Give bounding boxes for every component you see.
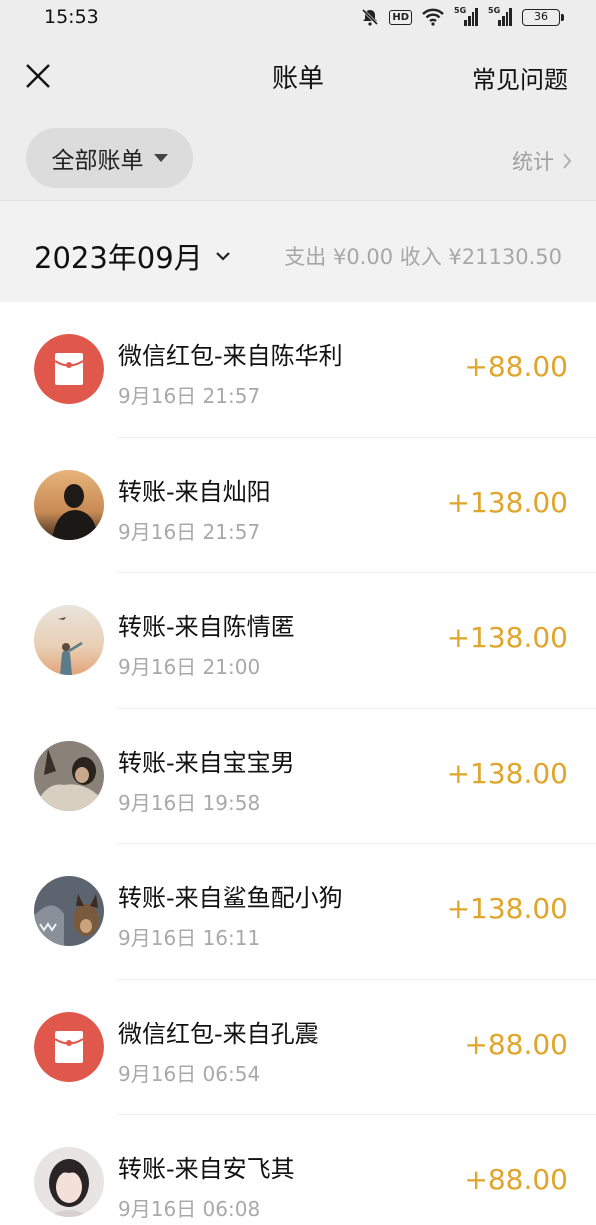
red-packet-icon bbox=[34, 1011, 104, 1082]
transaction-amount: +138.00 bbox=[446, 621, 568, 654]
faq-link[interactable]: 常见问题 bbox=[472, 60, 568, 95]
transaction-time: 9月16日 16:11 bbox=[118, 926, 261, 950]
transaction-row[interactable]: 微信红包-来自陈华利 9月16日 21:57 +88.00 bbox=[0, 302, 596, 438]
transaction-amount: +88.00 bbox=[464, 350, 568, 383]
avatar bbox=[34, 605, 104, 675]
month-summary: 支出 ¥0.00 收入 ¥21130.50 bbox=[284, 245, 562, 269]
battery-icon: 36 bbox=[522, 8, 564, 26]
transaction-title: 转账-来自安飞其 bbox=[118, 1155, 295, 1183]
stats-link[interactable]: 统计 bbox=[512, 146, 572, 176]
transaction-row[interactable]: 转账-来自陈情匿 9月16日 21:00 +138.00 bbox=[0, 573, 596, 709]
transaction-title: 转账-来自灿阳 bbox=[118, 477, 271, 506]
red-packet-icon bbox=[34, 334, 104, 404]
chevron-down-icon bbox=[215, 252, 230, 261]
stats-label: 统计 bbox=[512, 150, 554, 174]
transaction-amount: +88.00 bbox=[464, 1027, 568, 1061]
transaction-row[interactable]: 微信红包-来自孔震 9月16日 06:54 +88.00 bbox=[0, 980, 596, 1115]
transaction-list: 微信红包-来自陈华利 9月16日 21:57 +88.00 转账-来自灿阳 9月… bbox=[0, 302, 596, 1225]
transaction-amount: +138.00 bbox=[446, 892, 568, 925]
signal-icon: 5G bbox=[454, 6, 478, 26]
bill-filter-label: 全部账单 bbox=[51, 148, 144, 174]
transaction-title: 转账-来自宝宝男 bbox=[118, 748, 295, 777]
month-header: 2023年09月 支出 ¥0.00 收入 ¥21130.50 bbox=[0, 200, 596, 302]
mute-icon bbox=[362, 8, 379, 26]
wifi-icon bbox=[422, 8, 444, 26]
transaction-amount: +138.00 bbox=[446, 756, 568, 790]
bill-filter-dropdown[interactable]: 全部账单 bbox=[26, 128, 193, 188]
transaction-time: 9月16日 21:00 bbox=[118, 655, 261, 679]
transaction-title: 微信红包-来自陈华利 bbox=[118, 342, 343, 370]
transaction-title: 转账-来自陈情匿 bbox=[118, 613, 295, 641]
status-time: 15:53 bbox=[44, 6, 99, 28]
transaction-time: 9月16日 06:54 bbox=[118, 1061, 261, 1086]
transaction-amount: +138.00 bbox=[446, 485, 568, 519]
transaction-time: 9月16日 21:57 bbox=[118, 384, 261, 408]
avatar bbox=[34, 1147, 104, 1217]
transaction-row[interactable]: 转账-来自鲨鱼配小狗 9月16日 16:11 +138.00 bbox=[0, 844, 596, 980]
avatar bbox=[34, 469, 104, 540]
hd-icon: HD bbox=[389, 9, 412, 25]
month-selector[interactable]: 2023年09月 bbox=[34, 235, 231, 277]
transaction-title: 微信红包-来自孔震 bbox=[118, 1019, 319, 1048]
transaction-time: 9月16日 19:58 bbox=[118, 790, 261, 815]
avatar bbox=[34, 740, 104, 811]
transaction-time: 9月16日 06:08 bbox=[118, 1197, 261, 1221]
status-bar: 15:53 HD 5G 5G 36 bbox=[0, 0, 596, 34]
signal-icon: 5G bbox=[488, 6, 512, 26]
avatar bbox=[34, 876, 104, 946]
transaction-row[interactable]: 转账-来自安飞其 9月16日 06:08 +88.00 bbox=[0, 1115, 596, 1225]
transaction-row[interactable]: 转账-来自灿阳 9月16日 21:57 +138.00 bbox=[0, 438, 596, 573]
transaction-row[interactable]: 转账-来自宝宝男 9月16日 19:58 +138.00 bbox=[0, 709, 596, 844]
dropdown-arrow-icon bbox=[153, 154, 168, 162]
month-label: 2023年09月 bbox=[34, 241, 203, 275]
nav-bar: 账单 常见问题 bbox=[0, 34, 596, 120]
transaction-time: 9月16日 21:57 bbox=[118, 519, 261, 544]
transaction-title: 转账-来自鲨鱼配小狗 bbox=[118, 884, 343, 912]
transaction-amount: +88.00 bbox=[464, 1163, 568, 1196]
chevron-right-icon bbox=[563, 153, 572, 169]
filter-row: 全部账单 统计 bbox=[0, 120, 596, 200]
status-icons: HD 5G 5G 36 bbox=[361, 6, 564, 28]
